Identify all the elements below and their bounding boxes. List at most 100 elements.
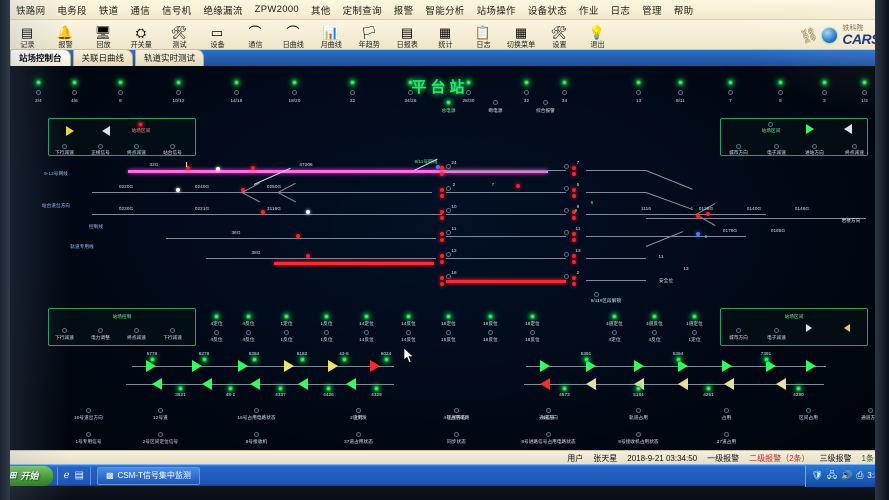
yard-lamp-left-1[interactable]: [446, 186, 451, 191]
signal-light[interactable]: [696, 214, 700, 218]
top-indicator-lamp-9[interactable]: [524, 80, 529, 85]
mid-lamp-bot-0[interactable]: [214, 330, 219, 335]
toolbar-button-通信[interactable]: ⌒ 通信: [236, 19, 274, 49]
track-segment[interactable]: [526, 366, 826, 368]
right-box-lamp-1[interactable]: [774, 144, 779, 149]
track-segment[interactable]: [446, 280, 566, 283]
direction-arrow-right[interactable]: [66, 126, 74, 136]
mid-lamp-top-7[interactable]: [488, 314, 493, 319]
direction-arrow-right[interactable]: [370, 360, 380, 372]
menu-item-11[interactable]: 站场操作: [471, 1, 522, 19]
menu-item-16[interactable]: 帮助: [668, 1, 700, 19]
signal-light[interactable]: [572, 254, 576, 258]
network-icon[interactable]: 🖧: [827, 468, 837, 484]
top-indicator-lamp-3[interactable]: [176, 80, 181, 85]
bottom-lamp-r-5[interactable]: [806, 408, 811, 413]
bottom-lamp-r-6[interactable]: [868, 408, 873, 413]
signal-light[interactable]: [176, 188, 180, 192]
approach-lamp-lb-3[interactable]: [326, 386, 331, 391]
toolbar-button-记录[interactable]: ▤ 记录: [8, 19, 46, 49]
top-indicator-lamp-5[interactable]: [292, 80, 297, 85]
taskbar-window-button[interactable]: ▩ CSM-T信号集中监测: [96, 466, 200, 485]
mid2-lamp-top-0[interactable]: [612, 314, 617, 319]
toolbar-button-月曲线[interactable]: 📊 月曲线: [312, 19, 350, 49]
left-box-lamp-3[interactable]: [170, 144, 175, 149]
track-segment[interactable]: [586, 170, 646, 172]
direction-arrow-right[interactable]: [722, 360, 732, 372]
track-segment[interactable]: [206, 258, 436, 260]
toolbar-button-日志[interactable]: 📋 日志: [464, 19, 502, 49]
signal-light[interactable]: [572, 194, 576, 198]
direction-arrow-left[interactable]: [346, 378, 356, 390]
toolbar-button-测试[interactable]: 🛠 测试: [160, 19, 198, 49]
direction-arrow-right[interactable]: [806, 360, 816, 372]
left-box-lamp-2[interactable]: [134, 144, 139, 149]
menu-item-8[interactable]: 定制查询: [337, 1, 388, 19]
track-segment[interactable]: [92, 214, 442, 216]
toolbar-button-年趋势[interactable]: 🏳 年趋势: [350, 19, 388, 49]
track-diagonal[interactable]: [645, 231, 684, 248]
yard-lamp-mid-3[interactable]: [564, 230, 569, 235]
mid-lamp-top-6[interactable]: [446, 314, 451, 319]
bottom2-lamp-1[interactable]: [158, 432, 163, 437]
center-lamp-0[interactable]: [446, 100, 451, 105]
right-box-lamp-0[interactable]: [736, 144, 741, 149]
bottom-lamp-r-3[interactable]: [636, 408, 641, 413]
top-indicator-lamp-0[interactable]: [36, 80, 41, 85]
top-right-lamp2-1[interactable]: [678, 90, 683, 95]
top-indicator-lamp-7[interactable]: [408, 80, 413, 85]
right-box-lamp-top[interactable]: [768, 122, 773, 127]
signal-light[interactable]: [440, 172, 444, 176]
signal-light[interactable]: [440, 188, 444, 192]
top-right-lamp-1[interactable]: [678, 80, 683, 85]
toolbar-button-设备[interactable]: ▭ 设备: [198, 19, 236, 49]
approach-lamp-rb-2[interactable]: [706, 386, 711, 391]
tab-2[interactable]: 轨道实时测试: [135, 49, 205, 66]
direction-arrow-right[interactable]: [192, 360, 202, 372]
approach-lamp-lb-4[interactable]: [374, 386, 379, 391]
mid-lamp-bot-5[interactable]: [406, 330, 411, 335]
yard-lamp-left-5[interactable]: [446, 274, 451, 279]
signal-light[interactable]: [306, 210, 310, 214]
approach-lamp-lb-1[interactable]: [228, 386, 233, 391]
left-box2-lamp-2[interactable]: [134, 328, 139, 333]
top-right-lamp-4[interactable]: [822, 80, 827, 85]
signal-light[interactable]: [440, 254, 444, 258]
menu-item-13[interactable]: 作业: [573, 1, 605, 19]
yard-lamp-left-4[interactable]: [446, 252, 451, 257]
signal-light[interactable]: [696, 232, 700, 236]
yard-lamp-mid-5[interactable]: [564, 274, 569, 279]
signal-light[interactable]: [572, 172, 576, 176]
track-diagonal[interactable]: [645, 170, 693, 191]
bottom2-lamp-5[interactable]: [546, 432, 551, 437]
yard-lamp-mid-2[interactable]: [564, 208, 569, 213]
top-right-lamp-3[interactable]: [778, 80, 783, 85]
status-alarm-level3[interactable]: 三级报警: [820, 453, 852, 464]
usb-icon[interactable]: ⎙: [856, 470, 863, 481]
toolbar-button-设置[interactable]: 🛠 设置: [540, 19, 578, 49]
approach-lamp-rb-0[interactable]: [562, 386, 567, 391]
left-box2-lamp-3[interactable]: [170, 328, 175, 333]
center-lamp-1[interactable]: [493, 100, 498, 105]
top-indicator-lamp2-1[interactable]: [72, 90, 77, 95]
direction-arrow-right[interactable]: [806, 324, 812, 332]
mid-lamp-bot-4[interactable]: [364, 330, 369, 335]
top-indicator-lamp-1[interactable]: [72, 80, 77, 85]
signal-light[interactable]: [572, 282, 576, 286]
menu-item-3[interactable]: 通信: [124, 1, 156, 19]
bottom-lamp-r-2[interactable]: [546, 408, 551, 413]
mid2-lamp-top-1[interactable]: [652, 314, 657, 319]
mid-lamp-top-8[interactable]: [530, 314, 535, 319]
signal-light[interactable]: [572, 276, 576, 280]
top-indicator-lamp-6[interactable]: [350, 80, 355, 85]
signal-light[interactable]: [572, 166, 576, 170]
direction-arrow-right[interactable]: [328, 360, 338, 372]
approach-lamp-lt-1[interactable]: [202, 357, 207, 362]
top-indicator-lamp2-8[interactable]: [466, 90, 471, 95]
track-segment[interactable]: [646, 218, 866, 220]
track-diagonal[interactable]: [277, 192, 296, 203]
bottom-lamp-r-0[interactable]: [356, 408, 361, 413]
track-segment[interactable]: [446, 258, 566, 260]
signal-light[interactable]: [572, 188, 576, 192]
direction-arrow-right[interactable]: [540, 360, 550, 372]
